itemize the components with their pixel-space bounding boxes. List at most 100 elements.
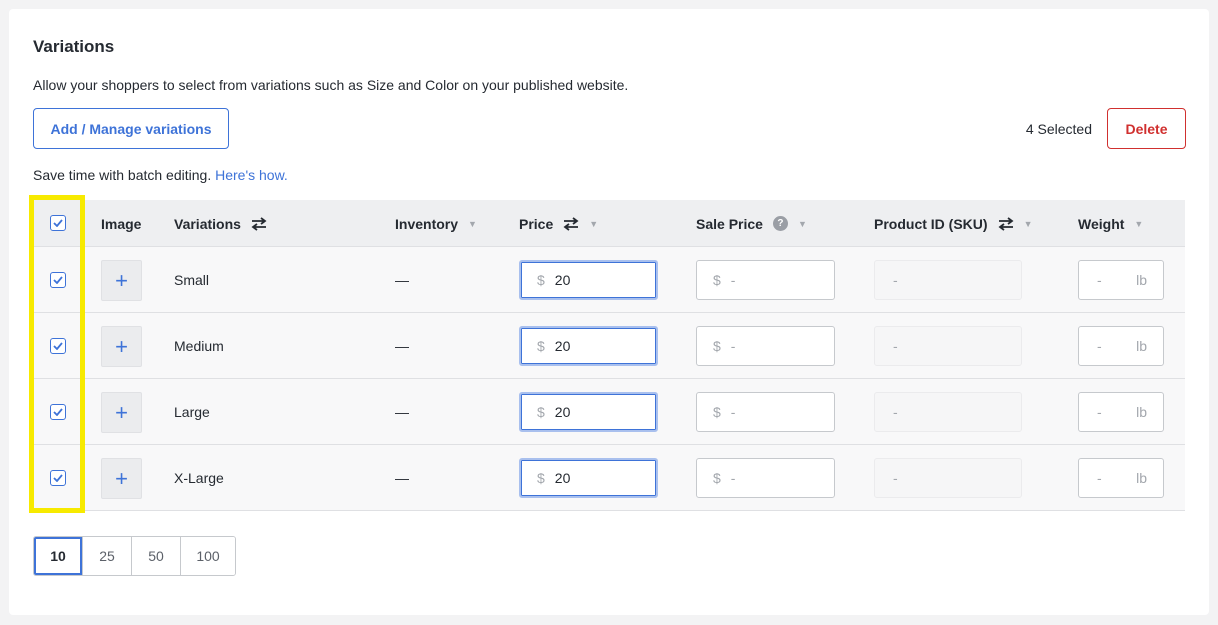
batch-help-link[interactable]: Here's how. [215,167,288,183]
add-image-button[interactable]: + [101,458,142,499]
weight-input[interactable]: - lb [1078,458,1164,498]
variation-name: X-Large [174,470,224,486]
help-icon[interactable]: ? [772,216,788,231]
page-size-option[interactable]: 25 [82,537,131,575]
caret-down-icon[interactable]: ▼ [468,219,477,229]
sale-price-input[interactable]: $ - [696,260,835,300]
plus-icon: + [115,399,128,425]
inventory-value[interactable]: — [395,247,409,313]
swap-arrows-icon[interactable] [998,216,1014,231]
sale-price-input[interactable]: $ - [696,458,835,498]
add-image-button[interactable]: + [101,326,142,367]
caret-down-icon[interactable]: ▼ [1134,219,1143,229]
header-inventory-label: Inventory [395,215,459,232]
table-header: Image Variations Inventory ▼ Price ▼ Sal… [33,200,1185,247]
weight-input[interactable]: - lb [1078,326,1164,366]
caret-down-icon[interactable]: ▼ [798,219,807,229]
header-product-id[interactable]: Product ID (SKU) ▼ [874,200,1032,247]
section-description: Allow your shoppers to select from varia… [33,77,629,93]
price-input[interactable]: $20 [519,326,658,366]
page-size-option[interactable]: 10 [34,537,82,575]
page-size-selector: 10 25 50 100 [33,536,236,576]
variation-name: Large [174,404,210,420]
currency-symbol: $ [713,272,721,288]
currency-symbol: $ [537,272,545,288]
sku-input[interactable]: - [874,326,1022,366]
weight-placeholder: - [1097,338,1102,354]
price-input[interactable]: $20 [519,458,658,498]
header-inventory[interactable]: Inventory ▼ [395,200,477,247]
checkmark-icon [53,276,63,284]
currency-symbol: $ [537,338,545,354]
manage-variations-button[interactable]: Add / Manage variations [33,108,229,149]
caret-down-icon[interactable]: ▼ [589,219,598,229]
page-size-option[interactable]: 50 [131,537,180,575]
price-value: 20 [554,338,571,354]
sku-input[interactable]: - [874,260,1022,300]
weight-unit: lb [1136,338,1147,354]
sale-price-placeholder: - [730,404,736,420]
add-image-button[interactable]: + [101,392,142,433]
variation-name: Small [174,272,210,288]
add-image-button[interactable]: + [101,260,142,301]
swap-arrows-icon[interactable] [563,216,579,231]
checkmark-icon [53,408,63,416]
table-row: + Small — $20 $ - - - lb [33,247,1185,313]
checkmark-icon [53,342,63,350]
currency-symbol: $ [537,404,545,420]
swap-arrows-icon[interactable] [251,216,267,231]
delete-button[interactable]: Delete [1107,108,1186,149]
price-value: 20 [554,404,571,420]
sku-input[interactable]: - [874,458,1022,498]
weight-placeholder: - [1097,470,1102,486]
weight-input[interactable]: - lb [1078,260,1164,300]
inventory-value[interactable]: — [395,313,409,379]
inventory-value[interactable]: — [395,445,409,511]
select-all-checkbox[interactable] [50,215,66,231]
header-weight-label: Weight [1078,215,1125,232]
sale-price-input[interactable]: $ - [696,392,835,432]
header-variations-label: Variations [174,215,241,232]
plus-icon: + [115,333,128,359]
header-weight[interactable]: Weight ▼ [1078,200,1143,247]
table-row: + X-Large — $20 $ - - - lb [33,445,1185,511]
inventory-value[interactable]: — [395,379,409,445]
table-row: + Large — $20 $ - - - lb [33,379,1185,445]
header-sale-price[interactable]: Sale Price ? ▼ [696,200,807,247]
variation-name: Medium [174,338,224,354]
page-size-option[interactable]: 100 [180,537,235,575]
header-price[interactable]: Price ▼ [519,200,598,247]
row-checkbox[interactable] [50,470,66,486]
sku-input[interactable]: - [874,392,1022,432]
header-image: Image [101,215,142,232]
row-checkbox[interactable] [50,272,66,288]
currency-symbol: $ [537,470,545,486]
weight-input[interactable]: - lb [1078,392,1164,432]
section-title: Variations [33,37,115,56]
sale-price-placeholder: - [730,272,736,288]
row-checkbox[interactable] [50,338,66,354]
checkmark-icon [53,219,63,227]
currency-symbol: $ [713,470,721,486]
price-input[interactable]: $20 [519,260,658,300]
header-sale-price-label: Sale Price [696,215,763,232]
currency-symbol: $ [713,404,721,420]
price-value: 20 [554,272,571,288]
batch-text: Save time with batch editing. [33,167,212,183]
sku-placeholder: - [893,338,898,354]
sku-placeholder: - [893,470,898,486]
header-price-label: Price [519,215,554,232]
price-input[interactable]: $20 [519,392,658,432]
weight-placeholder: - [1097,404,1102,420]
plus-icon: + [115,267,128,293]
sale-price-input[interactable]: $ - [696,326,835,366]
weight-unit: lb [1136,272,1147,288]
header-variations[interactable]: Variations [174,200,267,247]
batch-editing-hint: Save time with batch editing. Here's how… [33,167,288,183]
caret-down-icon[interactable]: ▼ [1024,219,1033,229]
selected-count: 4 Selected [1025,121,1092,137]
plus-icon: + [115,465,128,491]
checkmark-icon [53,474,63,482]
sku-placeholder: - [893,404,898,420]
row-checkbox[interactable] [50,404,66,420]
